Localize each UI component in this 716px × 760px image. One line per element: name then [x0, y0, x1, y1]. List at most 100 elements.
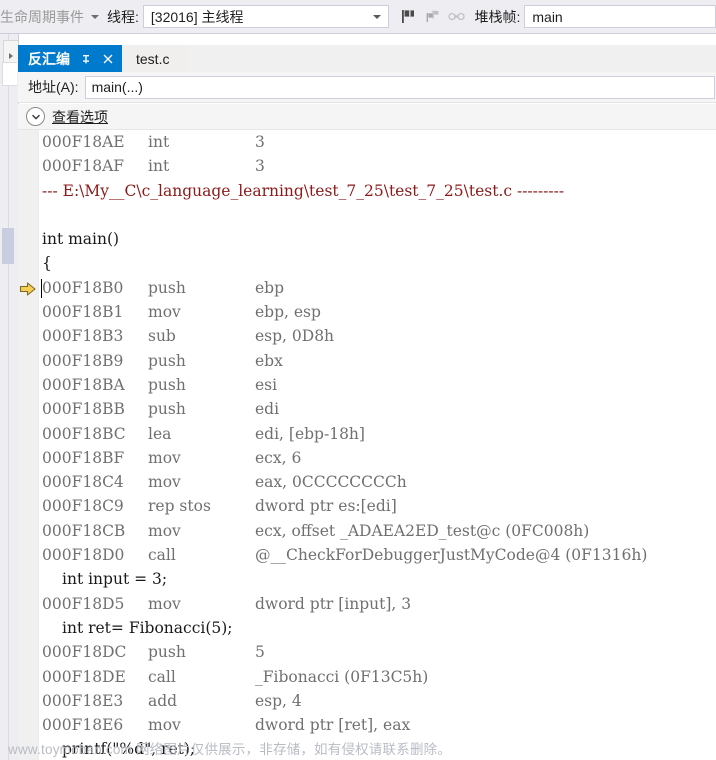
disassembly-line[interactable]: 000F18C9 rep stos dword ptr es:[edi] [18, 494, 716, 518]
instruction-address: 000F18BC [42, 424, 126, 443]
instruction-operands: edi, [ebp-18h] [255, 424, 365, 443]
disassembly-line[interactable]: 000F18E3 add esp, 4 [18, 689, 716, 713]
disassembly-line[interactable]: 000F18B9 push ebx [18, 349, 716, 373]
left-dock-sliver [0, 0, 19, 760]
disassembly-line[interactable]: 000F18BC lea edi, [ebp-18h] [18, 422, 716, 446]
instruction-mnemonic: lea [148, 424, 172, 443]
source-line[interactable]: int ret= Fibonacci(5); [18, 616, 716, 640]
instruction-mnemonic: int [148, 133, 170, 151]
address-bar: 地址(A): main(...) [18, 72, 716, 103]
disassembly-line[interactable]: 000F18D0 call @__CheckForDebuggerJustMyCod… [18, 543, 716, 567]
instruction-mnemonic: mov [148, 594, 181, 613]
instruction-address: 000F18AF [42, 157, 125, 176]
vertical-scrollbar-thumb[interactable] [2, 228, 14, 264]
pin-icon[interactable] [79, 52, 92, 65]
instruction-operands: esp, 0D8h [255, 327, 335, 346]
instruction-mnemonic: push [148, 375, 186, 394]
disassembly-line[interactable]: 000F18C4 mov eax, 0CCCCCCCCh [18, 470, 716, 494]
disassembly-code-area[interactable]: 000F18AE int 3 000F18AF int 3 --- E:\My__C\c_l… [18, 130, 716, 760]
tab-test-c[interactable]: test.c [122, 45, 188, 72]
address-input[interactable]: main(...) [84, 75, 715, 99]
disassembly-line[interactable]: 000F18B1 mov ebp, esp [18, 300, 716, 324]
instruction-mnemonic: mov [148, 716, 181, 735]
lifecycle-dropdown-caret-icon[interactable] [91, 14, 99, 19]
flag-icon-button[interactable] [398, 5, 420, 29]
stack-frame-combobox[interactable]: main [524, 5, 716, 28]
source-file-path-line[interactable]: --- E:\My__C\c_language_learning\test_7_… [18, 179, 716, 203]
address-input-value: main(...) [91, 79, 143, 95]
instruction-address: 000F18B0 [42, 278, 124, 297]
instruction-mnemonic: mov [148, 448, 181, 467]
disassembly-line[interactable]: 000F18B3 sub esp, 0D8h [18, 324, 716, 348]
thread-combobox[interactable]: [32016] 主线程 [142, 5, 390, 28]
source-line[interactable]: { [18, 251, 716, 275]
instruction-operands: eax, 0CCCCCCCCh [255, 473, 407, 492]
instruction-address: 000F18B9 [42, 351, 124, 370]
disassembly-line[interactable]: 000F18AE int 3 [18, 130, 716, 154]
instruction-address: 000F18E3 [42, 691, 124, 710]
stack-frame-combobox-value: main [532, 8, 563, 25]
instruction-operands: ecx, offset _ADAEA2ED_test@c (0FC008h) [255, 521, 590, 540]
instruction-mnemonic: mov [148, 521, 181, 540]
address-label: 地址(A): [28, 79, 79, 95]
tab-test-c-label: test.c [136, 50, 170, 67]
instruction-address: 000F18DE [42, 667, 126, 686]
disassembly-line[interactable]: 000F18BF mov ecx, 6 [18, 446, 716, 470]
disassembly-line[interactable]: 000F18DC push 5 [18, 640, 716, 664]
instruction-address: 000F18DC [42, 643, 127, 662]
instruction-mnemonic: call [148, 546, 176, 565]
instruction-mnemonic: add [148, 691, 178, 710]
flag-icon [402, 10, 415, 23]
dock-divider [8, 0, 9, 760]
tab-disassembly[interactable]: 反汇编 [18, 45, 122, 72]
instruction-operands: @__CheckForDebuggerJustMyCode@4 (0F1316h… [255, 546, 648, 565]
code-lines-container: 000F18AE int 3 000F18AF int 3 --- E:\My__C\c_l… [18, 130, 716, 760]
instruction-operands: ecx, 6 [255, 448, 302, 467]
instruction-address: 000F18AE [42, 133, 125, 151]
thread-link-icon-button[interactable] [446, 5, 468, 29]
disassembly-line[interactable]: 000F18DE call _Fibonacci (0F13C5h) [18, 665, 716, 689]
lifecycle-events-label[interactable]: 生命周期事件 [0, 7, 84, 27]
instruction-operands: esp, 4 [255, 691, 302, 710]
disassembly-line[interactable]: 000F18BB push edi [18, 397, 716, 421]
instruction-address: 000F18D5 [42, 594, 125, 613]
dock-arrow-icon [9, 53, 13, 59]
chevron-down-icon[interactable] [26, 107, 45, 126]
disassembly-line[interactable]: 000F18E6 mov dword ptr [ret], eax [18, 713, 716, 737]
instruction-operands: 3 [255, 157, 265, 176]
disassembly-line[interactable]: 000F18B0 push ebp [18, 276, 716, 300]
instruction-operands: ebp, esp [255, 303, 321, 322]
source-file-path-text: --- E:\My__C\c_language_learning\test_7_… [42, 181, 565, 200]
source-line[interactable]: int main() [18, 227, 716, 251]
close-icon[interactable] [101, 52, 114, 65]
instruction-mnemonic: push [148, 643, 186, 662]
view-options-label[interactable]: 查看选项 [52, 107, 108, 127]
disassembly-line[interactable]: 000F18AF int 3 [18, 154, 716, 178]
source-line-text: int main() [42, 230, 120, 249]
stack-frame-label: 堆栈帧: [474, 8, 521, 25]
source-line[interactable]: printf("%d", ret); [18, 737, 716, 760]
instruction-address: 000F18C4 [42, 473, 124, 492]
disassembly-line[interactable]: 000F18BA push esi [18, 373, 716, 397]
disassembly-window: 生命周期事件 线程: [32016] 主线程 堆栈帧: main 反汇编 tes… [0, 0, 716, 760]
source-line-text: int ret= Fibonacci(5); [62, 618, 233, 637]
instruction-address: 000F18B1 [42, 303, 124, 322]
source-line[interactable]: int input = 3; [18, 567, 716, 591]
instruction-operands: _Fibonacci (0F13C5h) [255, 667, 429, 686]
flags-multiple-icon-button[interactable] [422, 5, 444, 29]
thread-label: 线程: [107, 8, 139, 25]
disassembly-line[interactable]: 000F18CB mov ecx, offset _ADAEA2ED_test@c … [18, 519, 716, 543]
chevron-down-icon [373, 14, 382, 19]
dock-panel-stub-2[interactable] [2, 62, 17, 86]
instruction-operands: dword ptr [ret], eax [255, 716, 411, 735]
instruction-mnemonic: int [148, 157, 170, 176]
instruction-address: 000F18BA [42, 375, 125, 394]
disassembly-line[interactable]: 000F18D5 mov dword ptr [input], 3 [18, 592, 716, 616]
instruction-operands: ebx [255, 351, 283, 370]
view-options-bar[interactable]: 查看选项 [18, 104, 716, 130]
instruction-pointer-arrow-icon [19, 280, 37, 296]
pin-icon-glyph [82, 54, 89, 63]
instruction-operands: 5 [255, 643, 265, 662]
flags-multiple-icon [426, 10, 439, 22]
